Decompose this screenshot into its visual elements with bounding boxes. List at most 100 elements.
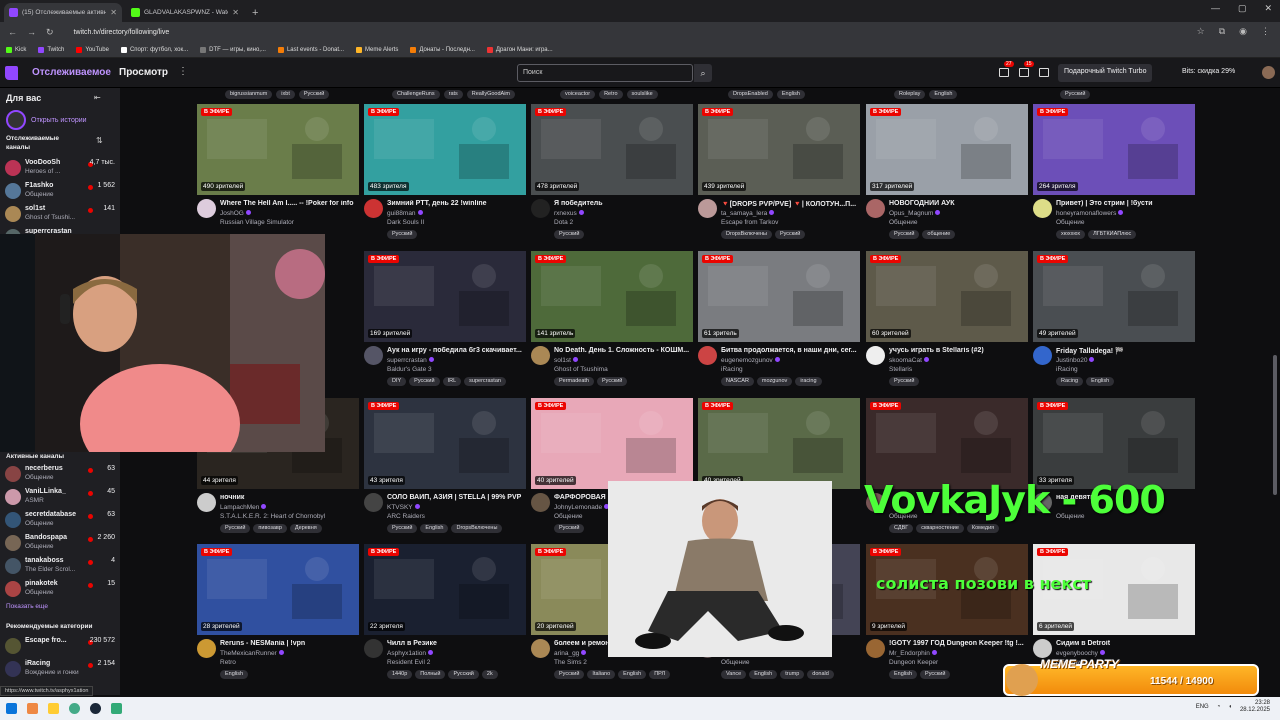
nav-following[interactable]: Отслеживаемое bbox=[32, 67, 111, 78]
tag-chip[interactable]: Комедия bbox=[966, 524, 1000, 533]
stream-card[interactable]: В ЭФИРЕ 483 зрителя Зимний PTT, день 22 !w… bbox=[364, 104, 526, 249]
tag-chip[interactable]: DropsВключены bbox=[721, 230, 772, 239]
scrollbar-thumb[interactable] bbox=[1273, 355, 1277, 495]
channel-name[interactable]: skoomaCat bbox=[889, 357, 929, 364]
tag-chip[interactable]: Русский bbox=[554, 524, 585, 533]
channel-avatar[interactable] bbox=[364, 346, 383, 365]
tag-chip[interactable]: English bbox=[220, 670, 249, 679]
channel-name[interactable]: Asphyx1ation bbox=[387, 650, 434, 657]
channel-avatar[interactable] bbox=[531, 199, 550, 218]
tag-chip[interactable]: ReallyGoodAim bbox=[466, 90, 515, 99]
close-tab-icon[interactable]: ✕ bbox=[110, 8, 117, 17]
stream-thumbnail[interactable]: В ЭФИРЕ 169 зрителей bbox=[364, 251, 526, 342]
tag-chip[interactable]: English bbox=[1086, 377, 1115, 386]
channel-avatar[interactable] bbox=[866, 639, 885, 658]
bookmark-item[interactable]: Twitch bbox=[38, 46, 64, 53]
stream-thumbnail[interactable]: В ЭФИРЕ 61 зритель bbox=[698, 251, 860, 342]
channel-avatar[interactable] bbox=[531, 346, 550, 365]
tag-chip[interactable]: Roleplay bbox=[894, 90, 926, 99]
tag-chip[interactable]: Русский bbox=[889, 230, 920, 239]
channel-name[interactable]: Opus_Magnum bbox=[889, 210, 941, 217]
clock[interactable]: 23:28 28.12.2025 bbox=[1240, 700, 1270, 714]
search-input[interactable]: Поиск bbox=[517, 64, 693, 82]
tag-chip[interactable]: Русский bbox=[387, 230, 418, 239]
extensions-icon[interactable]: ⧉ bbox=[1219, 26, 1225, 37]
tag-chip[interactable]: DropsВключены bbox=[451, 524, 503, 533]
stream-card[interactable]: В ЭФИРЕ 28 зрителей Reruns - NESMania | !v… bbox=[197, 544, 359, 689]
new-tab-button[interactable]: + bbox=[248, 3, 262, 22]
stream-card[interactable]: В ЭФИРЕ 22 зрителя Чилл в Резике Asphyx1ati… bbox=[364, 544, 526, 689]
tag-chip[interactable]: trump bbox=[780, 670, 805, 679]
sort-icon[interactable]: ⇅ bbox=[96, 136, 103, 145]
channel-name[interactable]: Mr_Endorphin bbox=[889, 650, 937, 657]
bookmark-item[interactable]: Спорт: футбол, хок... bbox=[120, 46, 188, 53]
tag-chip[interactable]: rats bbox=[443, 90, 463, 99]
bookmark-item[interactable]: YouTube bbox=[76, 46, 109, 53]
game-name[interactable]: S.T.A.L.K.E.R. 2: Heart of Chornobyl bbox=[220, 513, 325, 520]
sidebar-channel[interactable]: VooDooSh Heroes of ... 4,7 тыс. bbox=[5, 158, 115, 180]
tag-chip[interactable]: Русский bbox=[409, 377, 440, 386]
channel-avatar[interactable] bbox=[197, 493, 216, 512]
tag-chip[interactable]: English bbox=[776, 90, 805, 99]
tag-chip[interactable]: Русский bbox=[298, 90, 330, 99]
tag-chip[interactable]: пивозавр bbox=[253, 524, 287, 533]
browser-tab-kick[interactable]: GLADVALAKASPWNZ - Watch ... ✕ bbox=[126, 3, 244, 22]
tag-chip[interactable]: Русский bbox=[220, 524, 251, 533]
inbox-icon[interactable] bbox=[1019, 68, 1029, 77]
channel-name[interactable]: honeyramonaflowers bbox=[1056, 210, 1124, 217]
stream-thumbnail[interactable]: В ЭФИРЕ 439 зрителей bbox=[698, 104, 860, 195]
channel-avatar[interactable] bbox=[866, 199, 885, 218]
sidebar-channel[interactable]: Bandospapa Общение 2 260 bbox=[5, 533, 115, 555]
forward-icon[interactable]: → bbox=[27, 27, 36, 37]
more-icon[interactable]: ⋮ bbox=[178, 66, 188, 77]
stream-thumbnail[interactable]: В ЭФИРЕ 483 зрителя bbox=[364, 104, 526, 195]
tag-chip[interactable]: скварностение bbox=[916, 524, 964, 533]
tag-chip[interactable]: ПРЛ bbox=[649, 670, 671, 679]
tag-chip[interactable]: СДВГ bbox=[889, 524, 914, 533]
sidebar-channel[interactable]: iRacing Вождение и гонки 2 154 bbox=[5, 659, 115, 681]
tag-chip[interactable]: supercrastan bbox=[464, 377, 506, 386]
tag-chip[interactable]: ЛГБТКИАПлюс bbox=[1088, 230, 1137, 239]
tag-chip[interactable]: Русский bbox=[1060, 90, 1091, 99]
channel-name[interactable]: evgenyboochy bbox=[1056, 650, 1105, 657]
tag-chip[interactable]: bigrussianmum bbox=[225, 90, 273, 99]
game-name[interactable]: Ghost of Tsushima bbox=[554, 366, 608, 373]
tag-chip[interactable]: Italiano bbox=[587, 670, 616, 679]
tag-chip[interactable]: Русский bbox=[889, 377, 920, 386]
yandex-icon[interactable] bbox=[27, 703, 38, 714]
tag-chip[interactable]: 2k bbox=[481, 670, 498, 679]
game-name[interactable]: Escape from Tarkov bbox=[721, 219, 778, 226]
stream-title[interactable]: ночник bbox=[220, 494, 359, 501]
stream-title[interactable]: Зимний PTT, день 22 !winline bbox=[387, 200, 526, 207]
game-name[interactable]: Russian Village Simulator bbox=[220, 219, 294, 226]
tag-chip[interactable]: хюххюх bbox=[1056, 230, 1086, 239]
turbo-button[interactable]: Подарочный Twitch Turbo bbox=[1058, 64, 1153, 82]
language-indicator[interactable]: ENG bbox=[1196, 704, 1209, 710]
stream-title[interactable]: Сидим в Detroit bbox=[1056, 640, 1195, 647]
sidebar-channel[interactable]: F1ashko Общение 1 562 bbox=[5, 181, 115, 203]
channel-avatar[interactable] bbox=[698, 346, 717, 365]
game-name[interactable]: Общение bbox=[554, 513, 583, 520]
stream-thumbnail[interactable]: В ЭФИРЕ 43 зрителя bbox=[364, 398, 526, 489]
stream-title[interactable]: !GOTY 1997 ГОД Dungeon Keeper !tg !... bbox=[889, 640, 1028, 647]
channel-name[interactable]: rxnexus bbox=[554, 210, 584, 217]
stream-card[interactable]: В ЭФИРЕ 439 зрителей 🔻[DROPS PVP/PVE] 🔻| К… bbox=[698, 104, 860, 249]
stream-thumbnail[interactable]: В ЭФИРЕ 317 зрителей bbox=[866, 104, 1028, 195]
bookmark-item[interactable]: Донаты - Последн... bbox=[410, 46, 475, 53]
minimize-icon[interactable]: — bbox=[1211, 3, 1220, 14]
channel-name[interactable]: sol1st bbox=[554, 357, 578, 364]
bookmark-item[interactable]: DTF — игры, кино,... bbox=[200, 46, 266, 53]
channel-name[interactable]: gui88man bbox=[387, 210, 423, 217]
channel-name[interactable]: Justinbo20 bbox=[1056, 357, 1095, 364]
tag-chip[interactable]: 1440p bbox=[387, 670, 413, 679]
tag-chip[interactable]: voiceactor bbox=[560, 90, 596, 99]
search-icon[interactable]: ⌕ bbox=[694, 64, 712, 82]
whispers-icon[interactable] bbox=[1039, 68, 1049, 77]
tag-chip[interactable]: Retro bbox=[599, 90, 623, 99]
stream-title[interactable]: СОЛО ВАЙП, АЗИЯ | STELLA | 99% PVP bbox=[387, 494, 526, 501]
tag-chip[interactable]: DIY bbox=[387, 377, 407, 386]
tag-chip[interactable]: Vance bbox=[721, 670, 747, 679]
sidebar-channel[interactable]: secretdatabase Общение 63 bbox=[5, 510, 115, 532]
channel-avatar[interactable] bbox=[364, 493, 383, 512]
game-name[interactable]: Общение bbox=[721, 659, 750, 666]
